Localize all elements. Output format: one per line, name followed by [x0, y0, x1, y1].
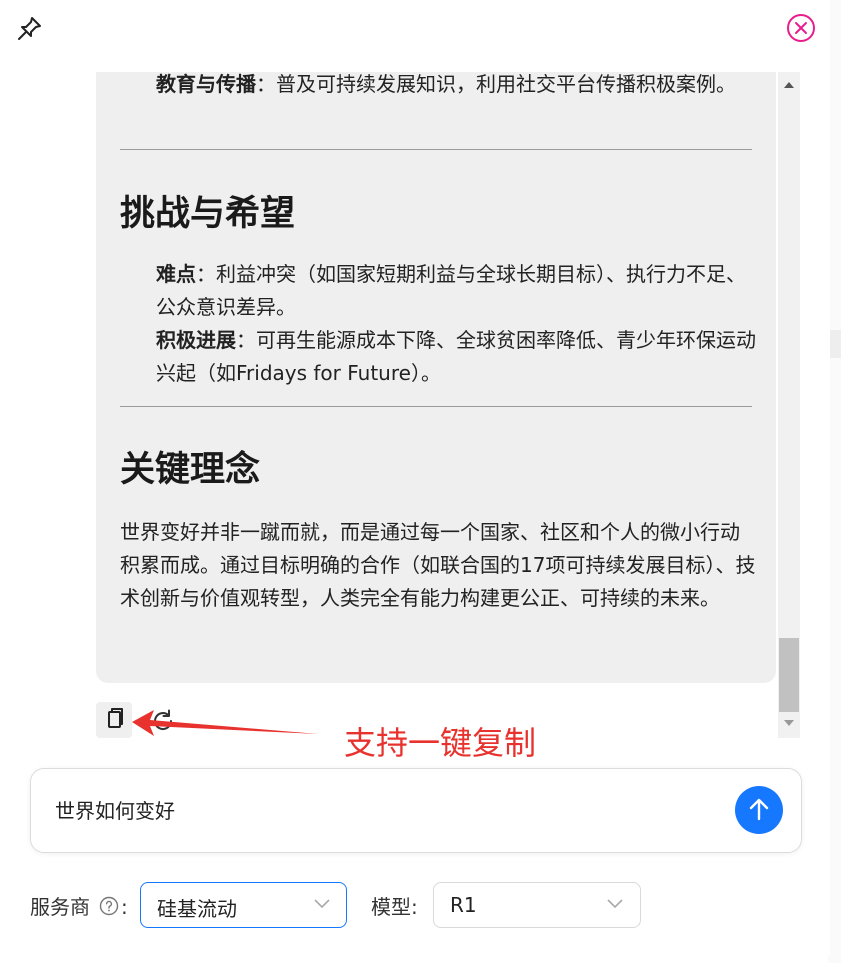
divider — [120, 406, 752, 407]
message-input-text[interactable]: 世界如何变好 — [55, 795, 175, 824]
heading-challenges: 挑战与希望 — [120, 194, 296, 234]
provider-select[interactable]: 硅基流动 — [140, 882, 347, 928]
send-button[interactable] — [735, 786, 783, 834]
list-item-term: 难点 — [156, 262, 196, 286]
scroll-down-arrow-icon[interactable] — [784, 720, 794, 726]
copy-icon — [108, 708, 123, 728]
model-label: 模型: — [371, 895, 418, 919]
pin-icon[interactable] — [16, 14, 44, 42]
heading-key-ideas: 关键理念 — [120, 450, 261, 490]
close-icon[interactable] — [785, 12, 817, 44]
scroll-up-arrow-icon[interactable] — [784, 82, 794, 88]
chevron-down-icon — [607, 899, 623, 909]
list-item-text: ：可再生能源成本下降、全球贫困率降低、青少年环保运动兴起（如Fridays fo… — [156, 328, 756, 385]
chat-panel: 教育与传播：普及可持续发展知识，利用社交平台传播积极案例。 挑战与希望 难点：利… — [0, 0, 830, 955]
model-select-value: R1 — [450, 893, 477, 917]
list-item-text: ：普及可持续发展知识，利用社交平台传播积极案例。 — [256, 72, 736, 96]
message-input[interactable]: 世界如何变好 — [30, 768, 802, 853]
provider-colon: : — [121, 895, 128, 919]
send-arrow-icon — [749, 798, 769, 821]
provider-select-value: 硅基流动 — [157, 897, 237, 921]
list-item-text: ：利益冲突（如国家短期利益与全球长期目标）、执行力不足、公众意识差异。 — [156, 262, 746, 319]
copy-button[interactable] — [96, 702, 132, 738]
assistant-message: 教育与传播：普及可持续发展知识，利用社交平台传播积极案例。 挑战与希望 难点：利… — [96, 72, 776, 683]
scrollbar[interactable] — [778, 72, 800, 738]
list-item-progress: 积极进展：可再生能源成本下降、全球贫困率降低、青少年环保运动兴起（如Friday… — [156, 324, 756, 390]
model-select[interactable]: R1 — [433, 882, 641, 928]
list-item-difficulties: 难点：利益冲突（如国家短期利益与全球长期目标）、执行力不足、公众意识差异。 — [156, 258, 756, 324]
list-item-term: 教育与传播 — [156, 72, 256, 96]
annotation-text: 支持一键复制 — [344, 724, 537, 762]
help-icon[interactable] — [99, 896, 119, 916]
annotation-arrow-icon — [132, 710, 318, 736]
stage: 教育与传播：普及可持续发展知识，利用社交平台传播积极案例。 挑战与希望 难点：利… — [0, 0, 841, 963]
paragraph-key-ideas: 世界变好并非一蹴而就，而是通过每一个国家、社区和个人的微小行动积累而成。通过目标… — [120, 520, 756, 610]
chat-scroll-area[interactable]: 教育与传播：普及可持续发展知识，利用社交平台传播积极案例。 挑战与希望 难点：利… — [0, 72, 800, 738]
scrollbar-thumb[interactable] — [779, 638, 799, 712]
chevron-down-icon — [314, 899, 330, 909]
divider — [120, 149, 752, 150]
list-item-term: 积极进展 — [156, 328, 236, 352]
provider-label: 服务商 — [30, 895, 90, 919]
list-item-education: 教育与传播：普及可持续发展知识，利用社交平台传播积极案例。 — [156, 72, 756, 101]
